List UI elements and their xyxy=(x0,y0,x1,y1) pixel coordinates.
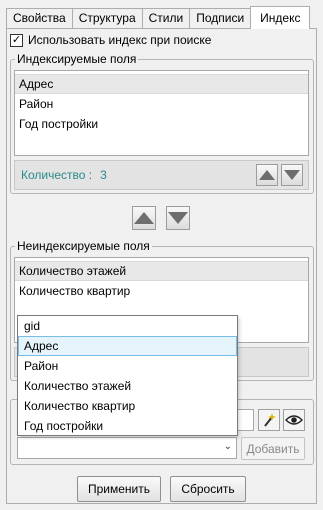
nonindexed-fields-title: Неиндексируемые поля xyxy=(15,239,152,253)
list-item[interactable]: Район xyxy=(15,94,308,114)
list-item[interactable]: Количество квартир xyxy=(15,281,308,301)
tab-labels[interactable]: Подписи xyxy=(189,8,252,28)
move-up-button[interactable] xyxy=(256,164,278,186)
use-index-row[interactable]: ✓ Использовать индекс при поиске xyxy=(10,33,211,47)
triangle-up-icon xyxy=(259,170,275,180)
dropdown-item[interactable]: gid xyxy=(18,316,237,336)
triangle-down-icon xyxy=(284,170,300,180)
tab-index[interactable]: Индекс xyxy=(250,6,311,29)
triangle-up-icon xyxy=(134,212,154,224)
list-item[interactable]: Год постройки xyxy=(15,114,308,134)
field-name-input[interactable] xyxy=(236,409,254,431)
dropdown-item[interactable]: Год постройки xyxy=(18,416,237,436)
use-index-checkbox[interactable]: ✓ xyxy=(10,33,23,47)
count-label: Количество : xyxy=(21,168,93,182)
dropdown-item[interactable]: Количество этажей xyxy=(18,376,237,396)
list-item[interactable]: Адрес xyxy=(15,74,308,94)
indexed-fields-list[interactable]: Адрес Район Год постройки xyxy=(14,70,309,156)
field-dropdown-popup: gid Адрес Район Количество этажей Количе… xyxy=(17,315,238,436)
dropdown-item[interactable]: Район xyxy=(18,356,237,376)
tab-structure[interactable]: Структура xyxy=(71,8,143,28)
pick-field-button[interactable] xyxy=(258,409,280,431)
indexed-fields-title: Индексируемые поля xyxy=(15,52,139,66)
tab-styles[interactable]: Стили xyxy=(141,8,191,28)
reset-button[interactable]: Сбросить xyxy=(170,476,246,502)
add-to-index-button[interactable] xyxy=(132,206,156,230)
apply-button[interactable]: Применить xyxy=(77,476,161,502)
use-index-label: Использовать индекс при поиске xyxy=(28,33,212,47)
dropdown-item[interactable]: Адрес xyxy=(18,336,237,356)
tab-bar: Свойства Структура Стили Подписи Индекс xyxy=(6,6,311,29)
remove-from-index-button[interactable] xyxy=(166,206,190,230)
add-button[interactable]: Добавить xyxy=(241,437,305,460)
eye-icon xyxy=(285,415,303,425)
chevron-down-icon: ⌄ xyxy=(223,441,232,452)
dropdown-item[interactable]: Количество квартир xyxy=(18,396,237,416)
list-item[interactable]: Количество этажей xyxy=(15,261,308,281)
view-button[interactable] xyxy=(283,409,305,431)
tab-properties[interactable]: Свойства xyxy=(6,8,73,28)
magic-wand-icon xyxy=(264,413,276,427)
triangle-down-icon xyxy=(168,212,188,224)
move-down-button[interactable] xyxy=(281,164,303,186)
field-combo[interactable]: ⌄ xyxy=(17,437,237,459)
count-value: 3 xyxy=(100,168,107,182)
